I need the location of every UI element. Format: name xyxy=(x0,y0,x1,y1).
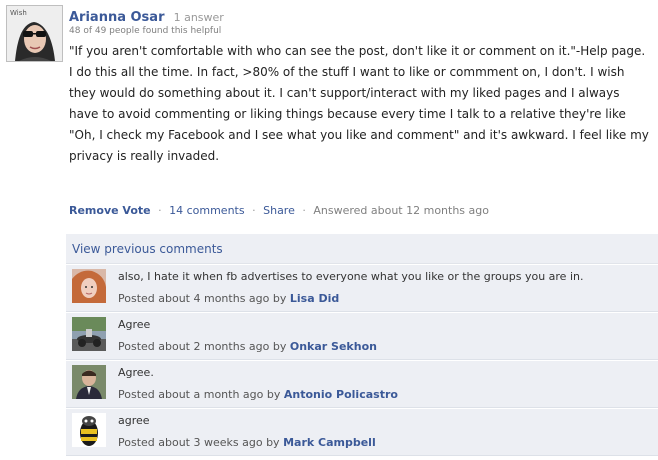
comment-text: Agree xyxy=(118,318,151,331)
remove-vote-button[interactable]: Remove Vote xyxy=(69,204,151,217)
comment-timestamp: Posted about 3 weeks ago xyxy=(118,436,263,449)
comment-by-label: by xyxy=(266,436,280,449)
comments-link[interactable]: 14 comments xyxy=(169,204,245,217)
helpful-count: 48 of 49 people found this helpful xyxy=(69,26,222,36)
comment-author-link[interactable]: Mark Campbell xyxy=(283,436,376,449)
answer-paragraph-main: I do this all the time. In fact, >80% of… xyxy=(69,65,649,163)
answered-timestamp: Answered about 12 months ago xyxy=(313,204,489,217)
comment-author-link[interactable]: Antonio Policastro xyxy=(284,388,398,401)
view-previous-comments-link[interactable]: View previous comments xyxy=(66,234,658,264)
avatar-badge-text: Wish xyxy=(10,9,27,17)
action-separator: · xyxy=(158,204,162,217)
commenter-avatar[interactable] xyxy=(72,365,106,399)
comment-item: Agree Posted about 2 months ago by Onkar… xyxy=(66,312,658,360)
answer-count[interactable]: 1 answer xyxy=(174,11,224,24)
comment-meta: Posted about a month ago by Antonio Poli… xyxy=(118,388,398,401)
comment-item: agree Posted about 3 weeks ago by Mark C… xyxy=(66,408,658,456)
action-separator: · xyxy=(252,204,256,217)
comment-item: also, I hate it when fb advertises to ev… xyxy=(66,264,658,312)
comment-text: agree xyxy=(118,414,150,427)
commenter-avatar[interactable] xyxy=(72,413,106,447)
comment-text: also, I hate it when fb advertises to ev… xyxy=(118,270,584,283)
share-link[interactable]: Share xyxy=(263,204,295,217)
answer-paragraph-quote: "If you aren't comfortable with who can … xyxy=(69,44,646,58)
comments-section: View previous comments also, I hate it w… xyxy=(66,234,658,456)
comment-by-label: by xyxy=(272,340,287,353)
comment-text: Agree. xyxy=(118,366,154,379)
answer-actions: Remove Vote · 14 comments · Share · Answ… xyxy=(69,204,489,217)
comment-meta: Posted about 2 months ago by Onkar Sekho… xyxy=(118,340,377,353)
commenter-avatar[interactable] xyxy=(72,317,106,351)
action-separator: · xyxy=(302,204,306,217)
comment-author-link[interactable]: Lisa Did xyxy=(290,292,339,305)
answer-author-avatar[interactable]: Wish xyxy=(6,5,63,62)
comment-by-label: by xyxy=(266,388,281,401)
comment-timestamp: Posted about a month ago xyxy=(118,388,264,401)
comment-meta: Posted about 4 months ago by Lisa Did xyxy=(118,292,339,305)
comment-author-link[interactable]: Onkar Sekhon xyxy=(290,340,377,353)
answer-author-link[interactable]: Arianna Osar xyxy=(69,10,164,25)
comment-timestamp: Posted about 4 months ago xyxy=(118,292,270,305)
comment-meta: Posted about 3 weeks ago by Mark Campbel… xyxy=(118,436,376,449)
comment-by-label: by xyxy=(272,292,287,305)
comment-timestamp: Posted about 2 months ago xyxy=(118,340,270,353)
commenter-avatar[interactable] xyxy=(72,269,106,303)
comment-item: Agree. Posted about a month ago by Anton… xyxy=(66,360,658,408)
answer-body: "If you aren't comfortable with who can … xyxy=(69,41,649,167)
answer-header: Arianna Osar 1 answer xyxy=(69,6,224,25)
